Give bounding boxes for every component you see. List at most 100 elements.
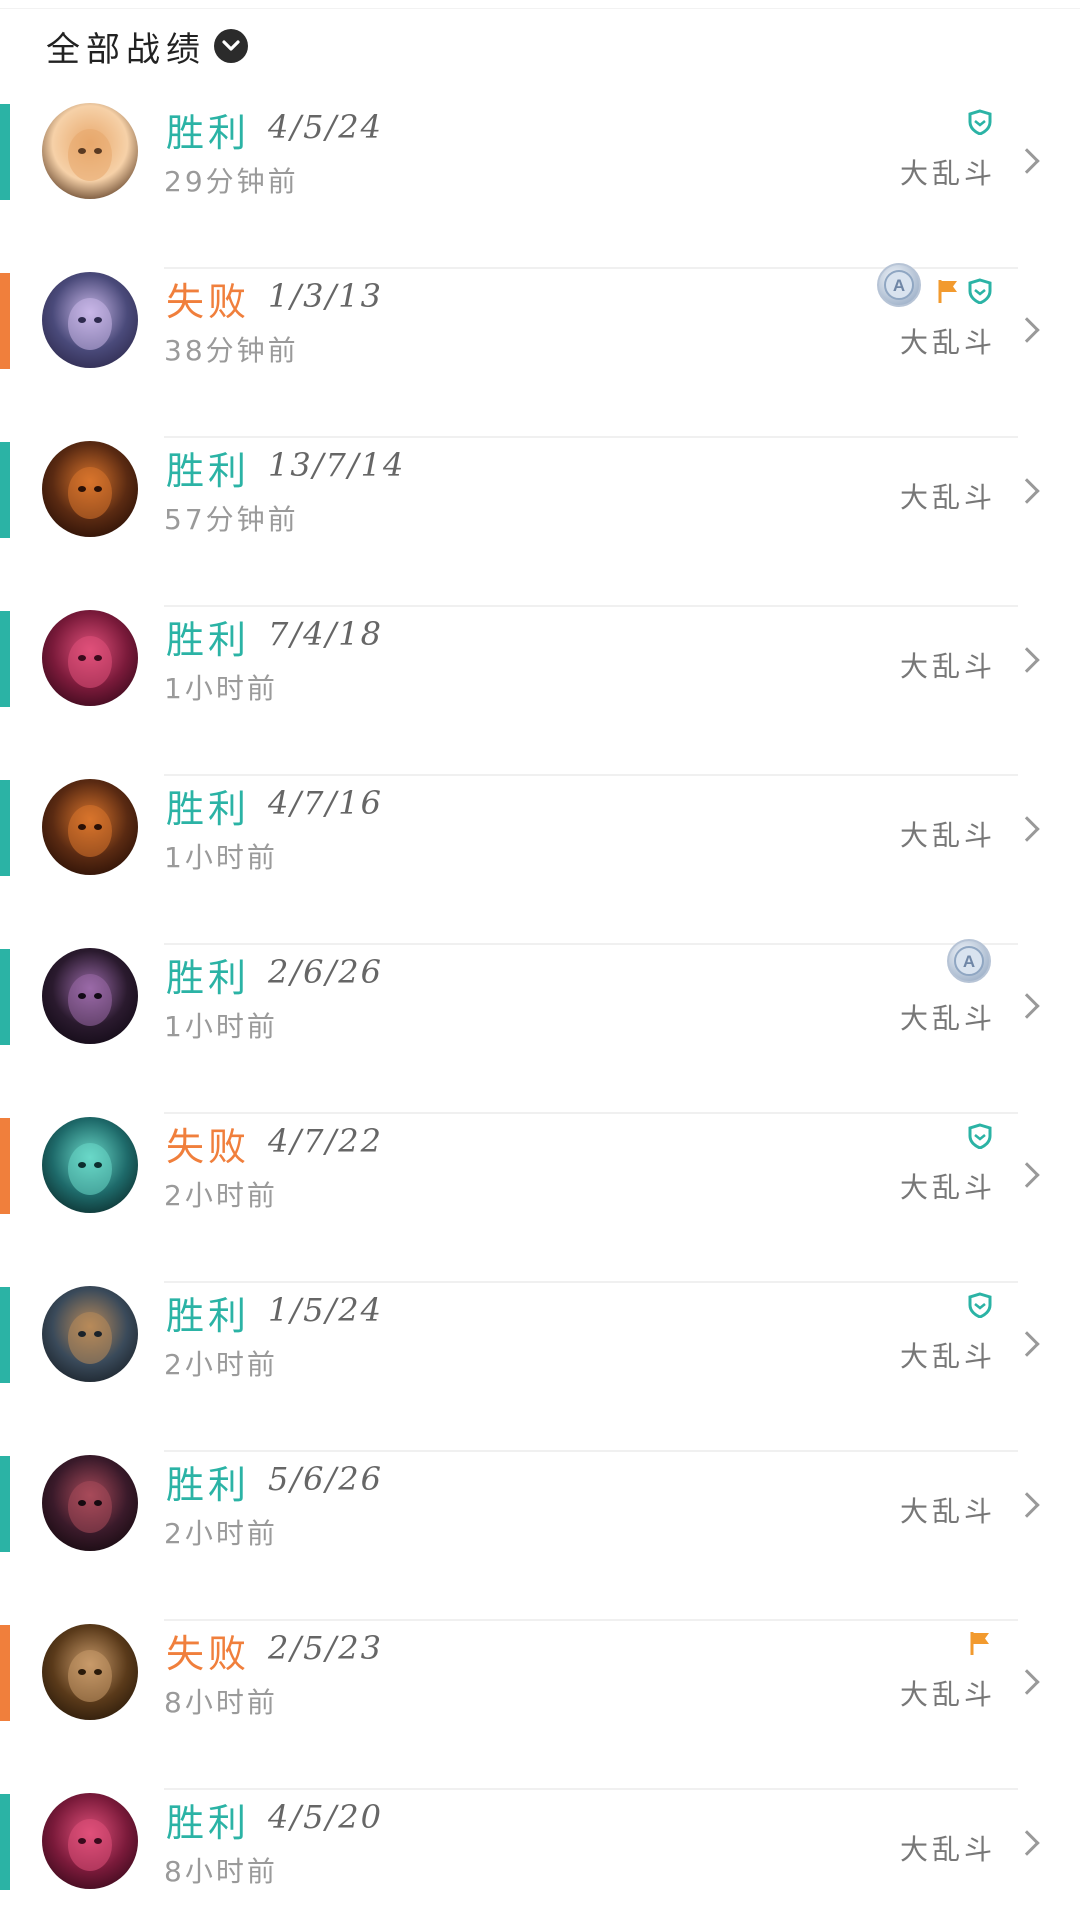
match-time: 29分钟前 (164, 165, 299, 198)
game-mode: 大乱斗 (899, 1171, 996, 1204)
game-mode: 大乱斗 (899, 650, 996, 683)
game-mode: 大乱斗 (899, 1833, 996, 1866)
flag-icon (934, 277, 962, 305)
match-time: 1小时前 (164, 1010, 278, 1043)
kda-score: 4/5/24 (268, 108, 383, 146)
chevron-right-icon (1014, 317, 1040, 343)
match-result: 失败 (166, 280, 251, 324)
chevron-right-icon (1014, 1162, 1040, 1188)
game-mode: 大乱斗 (899, 1678, 996, 1711)
game-mode: 大乱斗 (899, 481, 996, 514)
chevron-right-icon (1014, 148, 1040, 174)
result-indicator-bar (0, 104, 10, 200)
kda-score: 4/5/20 (268, 1798, 383, 1836)
champion-avatar (42, 1793, 138, 1889)
kda-score: 2/5/23 (268, 1629, 383, 1667)
chevron-right-icon (1014, 1669, 1040, 1695)
match-time: 1小时前 (164, 841, 278, 874)
champion-avatar (42, 272, 138, 368)
result-indicator-bar (0, 1118, 10, 1214)
result-indicator-bar (0, 949, 10, 1045)
result-indicator-bar (0, 780, 10, 876)
match-row[interactable]: 胜利 4/5/20 8小时前 大乱斗 (0, 1790, 1080, 1914)
champion-avatar (42, 1117, 138, 1213)
match-row[interactable]: 胜利 7/4/18 1小时前 大乱斗 (0, 607, 1080, 776)
chevron-right-icon (1014, 478, 1040, 504)
match-time: 2小时前 (164, 1348, 278, 1381)
match-row[interactable]: 胜利 5/6/26 2小时前 大乱斗 (0, 1452, 1080, 1621)
match-result: 胜利 (166, 449, 251, 493)
match-result: 胜利 (166, 1294, 251, 1338)
champion-avatar (42, 779, 138, 875)
medal-a-icon: A (944, 935, 994, 985)
match-result: 胜利 (166, 956, 251, 1000)
chevron-right-icon (1014, 993, 1040, 1019)
chevron-right-icon (1014, 816, 1040, 842)
chevron-right-icon (1014, 1331, 1040, 1357)
match-list: 胜利 4/5/24 29分钟前 大乱斗 失败 1/3/13 38分钟前 大乱斗 A 胜利 13/7/… (0, 100, 1080, 1914)
game-mode: 大乱斗 (899, 1495, 996, 1528)
match-row[interactable]: 胜利 4/5/24 29分钟前 大乱斗 (0, 100, 1080, 269)
match-row[interactable]: 失败 2/5/23 8小时前 大乱斗 (0, 1621, 1080, 1790)
champion-avatar (42, 610, 138, 706)
match-result: 胜利 (166, 111, 251, 155)
result-indicator-bar (0, 611, 10, 707)
match-row[interactable]: 失败 4/7/22 2小时前 大乱斗 (0, 1114, 1080, 1283)
shield-icon (966, 1122, 994, 1150)
kda-score: 1/5/24 (268, 1291, 383, 1329)
match-time: 57分钟前 (164, 503, 299, 536)
match-row[interactable]: 胜利 4/7/16 1小时前 大乱斗 (0, 776, 1080, 945)
match-row[interactable]: 胜利 1/5/24 2小时前 大乱斗 (0, 1283, 1080, 1452)
kda-score: 4/7/22 (268, 1122, 383, 1160)
result-indicator-bar (0, 273, 10, 369)
chevron-right-icon (1014, 1492, 1040, 1518)
champion-avatar (42, 1286, 138, 1382)
shield-icon (966, 108, 994, 136)
champion-avatar (42, 103, 138, 199)
champion-avatar (42, 1624, 138, 1720)
match-time: 1小时前 (164, 672, 278, 705)
champion-avatar (42, 1455, 138, 1551)
chevron-right-icon (1014, 1830, 1040, 1856)
kda-score: 5/6/26 (268, 1460, 383, 1498)
match-row[interactable]: 胜利 2/6/26 1小时前 大乱斗 A (0, 939, 1080, 1114)
kda-score: 2/6/26 (268, 953, 383, 991)
game-mode: 大乱斗 (899, 326, 996, 359)
match-time: 38分钟前 (164, 334, 299, 367)
result-indicator-bar (0, 442, 10, 538)
champion-avatar (42, 441, 138, 537)
match-row[interactable]: 失败 1/3/13 38分钟前 大乱斗 A (0, 263, 1080, 438)
top-divider (0, 8, 1080, 9)
kda-score: 4/7/16 (268, 784, 383, 822)
kda-score: 13/7/14 (268, 446, 406, 484)
game-mode: 大乱斗 (899, 819, 996, 852)
header-title: 全部战绩 (46, 29, 206, 70)
svg-text:A: A (893, 276, 905, 295)
match-result: 胜利 (166, 618, 251, 662)
match-time: 2小时前 (164, 1179, 278, 1212)
filter-dropdown[interactable]: 全部战绩 (46, 18, 248, 74)
shield-icon (966, 1291, 994, 1319)
game-mode: 大乱斗 (899, 157, 996, 190)
match-result: 胜利 (166, 787, 251, 831)
match-result: 失败 (166, 1632, 251, 1676)
medal-a-icon: A (874, 259, 924, 309)
match-result: 失败 (166, 1125, 251, 1169)
match-time: 8小时前 (164, 1686, 278, 1719)
shield-icon (966, 277, 994, 305)
match-time: 8小时前 (164, 1855, 278, 1888)
flag-icon (966, 1629, 994, 1657)
kda-score: 7/4/18 (268, 615, 383, 653)
result-indicator-bar (0, 1287, 10, 1383)
match-result: 胜利 (166, 1801, 251, 1845)
kda-score: 1/3/13 (268, 277, 383, 315)
svg-text:A: A (963, 952, 975, 971)
chevron-right-icon (1014, 647, 1040, 673)
match-row[interactable]: 胜利 13/7/14 57分钟前 大乱斗 (0, 438, 1080, 607)
chevron-down-icon (214, 29, 248, 63)
game-mode: 大乱斗 (899, 1002, 996, 1035)
match-time: 2小时前 (164, 1517, 278, 1550)
champion-avatar (42, 948, 138, 1044)
result-indicator-bar (0, 1794, 10, 1890)
result-indicator-bar (0, 1625, 10, 1721)
